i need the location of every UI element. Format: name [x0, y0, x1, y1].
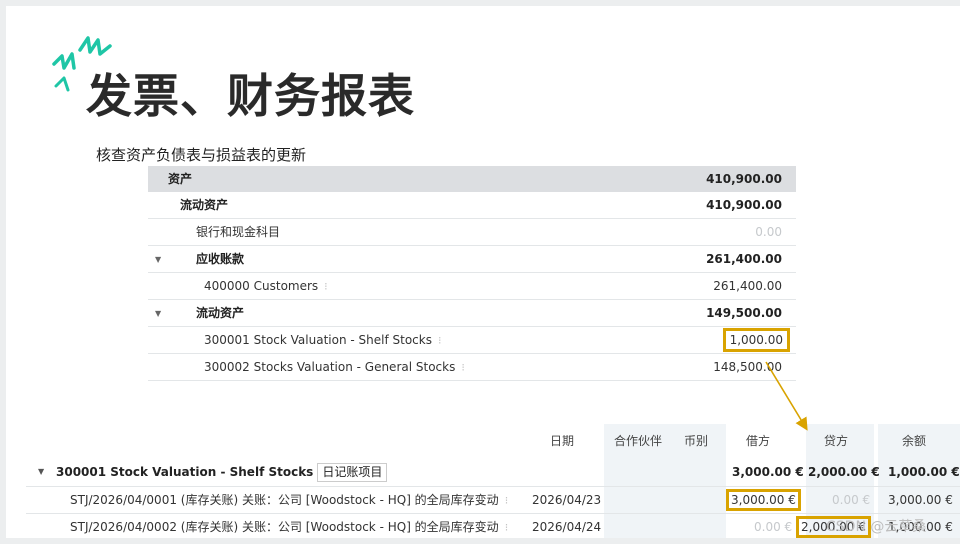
bs-value: 0.00	[755, 225, 782, 239]
bs-row-shelf-stocks[interactable]: 300001 Stock Valuation - Shelf Stocks ⁝ 1…	[148, 327, 796, 354]
more-options-icon[interactable]: ⁝	[505, 494, 509, 507]
group-balance: 1,000.00 €	[888, 465, 960, 479]
bs-label: 资产	[168, 172, 193, 186]
bs-label: 银行和现金科目	[196, 225, 281, 239]
entry-credit: 0.00 €	[832, 493, 871, 507]
column-header-balance[interactable]: 余额	[902, 432, 926, 449]
caret-down-icon[interactable]: ▼	[38, 459, 44, 485]
ledger-entry-row[interactable]: STJ/2026/04/0002 (库存关账) 关账：公司 [Woodstock…	[26, 513, 960, 538]
bs-value: 261,400.00	[713, 279, 782, 293]
highlighted-debit: 3,000.00 €	[726, 489, 801, 511]
entry-debit: 0.00 €	[754, 520, 793, 534]
bs-label: 流动资产	[180, 198, 229, 212]
column-header-partner[interactable]: 合作伙伴	[614, 432, 662, 449]
page-title: 发票、财务报表	[86, 69, 415, 123]
bs-value: 410,900.00	[706, 198, 782, 212]
caret-down-icon[interactable]: ▼	[155, 246, 161, 273]
entry-balance: 3,000.00 €	[888, 493, 953, 507]
column-header-currency[interactable]: 币别	[684, 432, 708, 449]
column-header-date[interactable]: 日期	[550, 432, 574, 449]
balance-sheet-table: 资产 410,900.00 流动资产 410,900.00 银行和现金科目 0.…	[148, 166, 796, 381]
highlighted-value: 1,000.00	[722, 328, 790, 352]
entry-label: STJ/2026/04/0002 (库存关账) 关账：公司 [Woodstock…	[70, 520, 499, 534]
bs-row-bank-cash[interactable]: 银行和现金科目 0.00	[148, 219, 796, 246]
watermark: CSDN @云草桑	[826, 519, 927, 535]
bs-label: 流动资产	[196, 306, 245, 320]
bs-label: 300001 Stock Valuation - Shelf Stocks	[204, 333, 432, 347]
ledger-entry-row[interactable]: STJ/2026/04/0001 (库存关账) 关账：公司 [Woodstock…	[26, 486, 960, 512]
more-options-icon[interactable]: ⁝	[461, 361, 465, 374]
column-header-credit[interactable]: 贷方	[824, 432, 848, 449]
bs-value: 410,900.00	[706, 172, 782, 186]
bs-row-current-assets-2[interactable]: ▼ 流动资产 149,500.00	[148, 300, 796, 327]
group-label: 300001 Stock Valuation - Shelf Stocks	[56, 465, 314, 479]
entry-date: 2026/04/24	[532, 520, 602, 534]
more-options-icon[interactable]: ⁝	[505, 521, 509, 534]
bs-row-assets[interactable]: 资产 410,900.00	[148, 166, 796, 192]
group-debit: 3,000.00 €	[732, 465, 804, 479]
slide: 发票、财务报表 核查资产负债表与损益表的更新 资产 410,900.00 流动资…	[6, 6, 960, 538]
bs-value: 148,500.00	[713, 360, 782, 374]
entry-label: STJ/2026/04/0001 (库存关账) 关账：公司 [Woodstock…	[70, 493, 499, 507]
bs-row-general-stocks[interactable]: 300002 Stocks Valuation - General Stocks…	[148, 354, 796, 381]
journal-items-tag[interactable]: 日记账项目	[317, 463, 388, 482]
bs-row-customers[interactable]: 400000 Customers ⁝ 261,400.00	[148, 273, 796, 300]
more-options-icon[interactable]: ⁝	[324, 280, 328, 293]
bs-label: 应收账款	[196, 252, 245, 266]
bs-value: 149,500.00	[706, 306, 782, 320]
entry-date: 2026/04/23	[532, 493, 602, 507]
bs-value: 261,400.00	[706, 252, 782, 266]
general-ledger-table: 日期 合作伙伴 币别 借方 贷方 余额 ▼ 300001 Stock Valua…	[6, 424, 960, 538]
group-credit: 2,000.00 €	[808, 465, 880, 479]
page-subtitle: 核查资产负债表与损益表的更新	[96, 146, 307, 164]
ledger-group-row[interactable]: ▼ 300001 Stock Valuation - Shelf Stocks 日…	[26, 459, 960, 485]
more-options-icon[interactable]: ⁝	[438, 334, 442, 347]
bs-label: 300002 Stocks Valuation - General Stocks	[204, 360, 456, 374]
caret-down-icon[interactable]: ▼	[155, 300, 161, 327]
bs-row-current-assets[interactable]: 流动资产 410,900.00	[148, 192, 796, 219]
bs-row-receivables[interactable]: ▼ 应收账款 261,400.00	[148, 246, 796, 273]
bs-label: 400000 Customers	[204, 279, 319, 293]
column-header-debit[interactable]: 借方	[746, 432, 770, 449]
